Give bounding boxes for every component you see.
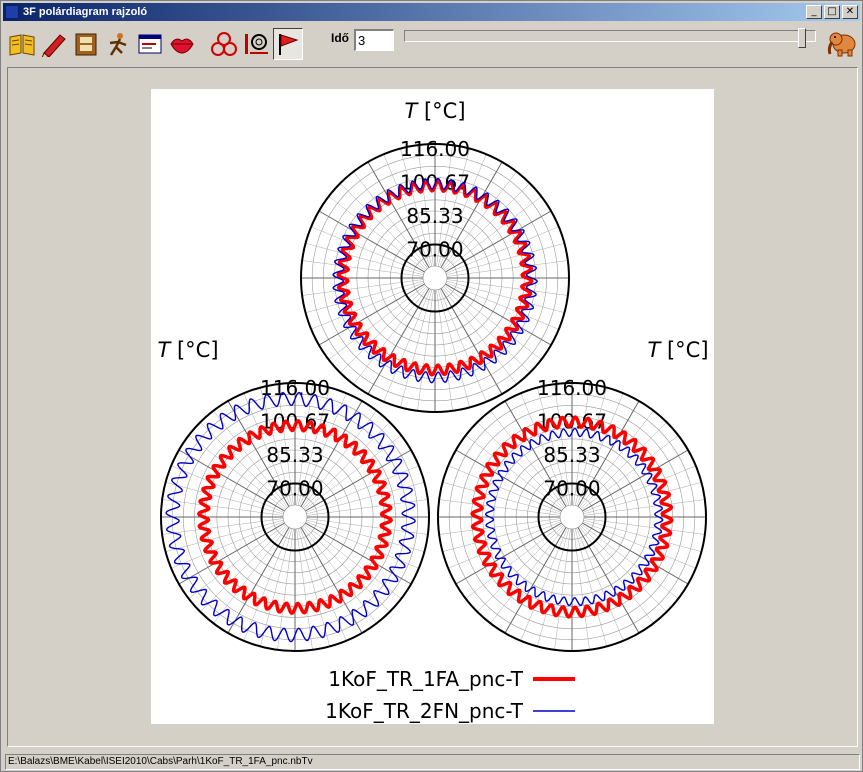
app-icon [5, 5, 19, 19]
legend-label: 1KoF_TR_2FN_pnc-T [325, 699, 524, 723]
polar-chart: 116.00100.6785.3370.00T [°C]116.00100.67… [151, 89, 714, 724]
lips-button[interactable] [167, 28, 197, 60]
film-icon [75, 33, 97, 56]
radial-tick-label: 70.00 [406, 238, 463, 262]
flag-button[interactable] [273, 28, 303, 60]
radial-tick-label: 85.33 [543, 443, 600, 467]
radial-tick-label: 85.33 [266, 443, 323, 467]
radial-tick-label: 116.00 [400, 137, 470, 161]
three-phase-button[interactable] [209, 28, 239, 60]
radial-tick-label: 70.00 [266, 477, 323, 501]
minimize-button[interactable]: _ [806, 5, 822, 19]
radial-tick-label: 70.00 [543, 477, 600, 501]
radial-tick-label: 116.00 [537, 376, 607, 400]
status-path: E:\Balazs\BME\Kabel\ISEI2010\Cabs\Parh\1… [8, 756, 313, 767]
hub [282, 504, 308, 530]
elephant-button[interactable] [826, 28, 858, 63]
window-edit-button[interactable] [135, 28, 165, 60]
hub [422, 265, 448, 291]
run-button[interactable] [103, 28, 133, 60]
running-person-icon [109, 33, 127, 56]
hub [559, 504, 585, 530]
axis-title: T [°C] [404, 99, 465, 123]
maximize-button[interactable]: □ [824, 5, 840, 19]
time-label: Idő [331, 31, 349, 45]
close-button[interactable]: ✕ [842, 5, 858, 19]
open-book-icon [9, 34, 35, 56]
flag-icon [279, 34, 299, 55]
pencil-icon [41, 34, 66, 57]
time-input[interactable] [354, 29, 394, 51]
three-circles-icon [211, 32, 237, 56]
time-slider[interactable] [404, 30, 816, 42]
film-button[interactable] [71, 28, 101, 60]
phase-config-icon [245, 34, 268, 54]
axis-title: T [°C] [647, 338, 708, 362]
title-bar[interactable]: 3F polárdiagram rajzoló _ □ ✕ [3, 3, 860, 21]
radial-tick-label: 85.33 [406, 204, 463, 228]
lips-icon [170, 38, 194, 54]
radial-tick-label: 116.00 [260, 376, 330, 400]
window-edit-icon [138, 34, 162, 54]
status-bar: E:\Balazs\BME\Kabel\ISEI2010\Cabs\Parh\1… [5, 754, 860, 770]
time-slider-thumb[interactable] [798, 28, 806, 48]
legend-label: 1KoF_TR_1FA_pnc-T [328, 667, 524, 691]
axis-title: T [°C] [157, 338, 218, 362]
open-book-button[interactable] [7, 28, 37, 60]
phase-config-button[interactable] [241, 28, 271, 60]
app-window: 3F polárdiagram rajzoló _ □ ✕ Idő 3 116.… [0, 0, 863, 772]
window-title: 3F polárdiagram rajzoló [23, 6, 148, 18]
elephant-icon [827, 32, 856, 57]
pencil-button[interactable] [39, 28, 69, 60]
